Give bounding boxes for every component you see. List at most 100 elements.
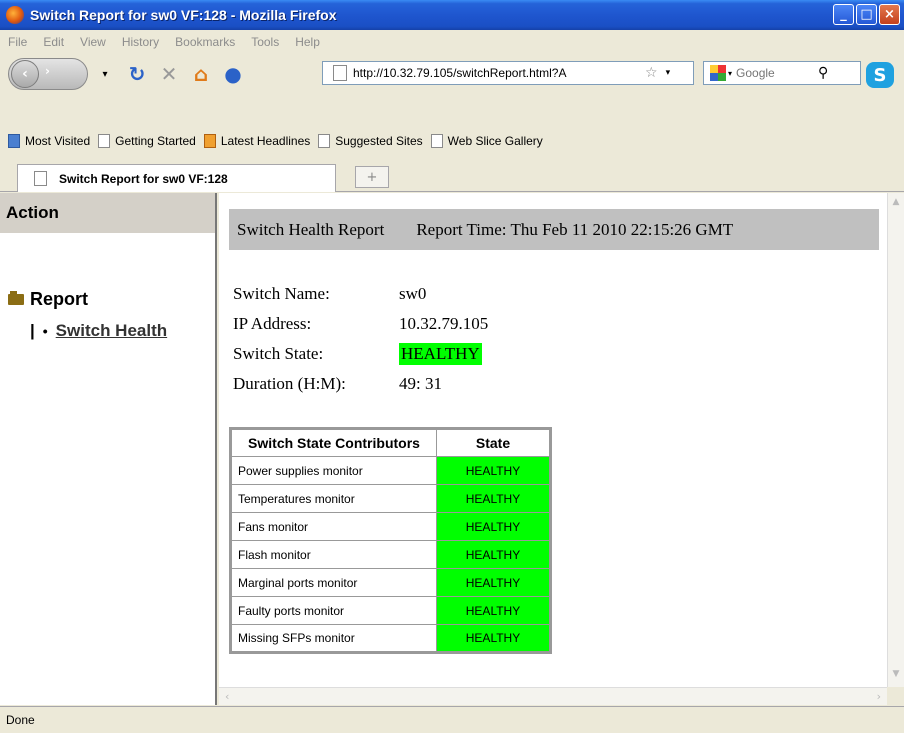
url-input[interactable] (353, 66, 643, 80)
report-tree-node[interactable]: Report (8, 289, 88, 310)
field-label: IP Address: (233, 314, 312, 333)
reload-icon[interactable]: ↻ (124, 61, 150, 87)
horizontal-scrollbar[interactable]: ‹ › (219, 687, 887, 705)
google-icon[interactable] (710, 65, 726, 81)
home-icon[interactable]: ⌂ (188, 61, 214, 87)
close-button[interactable]: × (879, 4, 900, 25)
menu-bar: File Edit View History Bookmarks Tools H… (0, 30, 904, 54)
contributor-name: Flash monitor (230, 540, 437, 569)
bookmark-label: Getting Started (115, 134, 196, 148)
url-bar[interactable]: ☆ ▾ (322, 61, 694, 85)
menu-view[interactable]: View (72, 35, 114, 49)
contributor-name: Power supplies monitor (230, 456, 437, 485)
search-input[interactable] (736, 66, 815, 80)
page-icon (34, 171, 47, 186)
table-row: Fans monitor HEALTHY (230, 512, 551, 541)
menu-tools[interactable]: Tools (243, 35, 287, 49)
page-icon (98, 134, 111, 148)
back-forward-group: ‹ › (8, 58, 88, 90)
table-row: Faulty ports monitor HEALTHY (230, 596, 551, 625)
info-row-switch-state: Switch State: HEALTHY (233, 339, 488, 369)
contributor-name: Marginal ports monitor (230, 568, 437, 597)
table-row: Temperatures monitor HEALTHY (230, 484, 551, 513)
field-label: Duration (H:M): (233, 374, 346, 393)
info-row-duration: Duration (H:M): 49: 31 (233, 369, 488, 399)
page-icon (318, 134, 331, 148)
folder-open-icon (8, 291, 24, 305)
menu-help[interactable]: Help (287, 35, 328, 49)
search-engine-dropdown-icon[interactable]: ▾ (728, 69, 732, 78)
action-header: Action (0, 193, 215, 233)
menu-history[interactable]: History (114, 35, 167, 49)
tab-bar: Switch Report for sw0 VF:128 + (0, 158, 904, 192)
scroll-left-icon[interactable]: ‹ (225, 690, 229, 703)
bookmark-most-visited[interactable]: Most Visited (8, 134, 90, 148)
switch-health-link[interactable]: Switch Health (56, 321, 167, 341)
addon-icon[interactable]: ● (220, 61, 246, 87)
navigation-toolbar: ‹ › ▾ ↻ ✕ ⌂ ● ☆ ▾ ▾ ⚲ S (0, 54, 904, 94)
maximize-button[interactable]: □ (856, 4, 877, 25)
tab-switch-report[interactable]: Switch Report for sw0 VF:128 (17, 164, 336, 192)
column-header: Switch State Contributors (230, 428, 437, 457)
stop-icon[interactable]: ✕ (156, 61, 182, 87)
menu-edit[interactable]: Edit (35, 35, 72, 49)
contributor-state: HEALTHY (436, 512, 551, 541)
report-frame: Switch Health Report Report Time: Thu Fe… (219, 193, 904, 705)
field-value: sw0 (399, 284, 427, 303)
bookmark-latest-headlines[interactable]: Latest Headlines (203, 134, 311, 148)
contributor-name: Missing SFPs monitor (230, 624, 437, 653)
menu-file[interactable]: File (0, 35, 35, 49)
switch-info: Switch Name: sw0 IP Address: 10.32.79.10… (233, 279, 488, 399)
forward-button[interactable]: › (45, 64, 50, 78)
contributor-state: HEALTHY (436, 456, 551, 485)
bookmark-label: Latest Headlines (220, 134, 311, 148)
page-icon (430, 134, 443, 148)
table-row: Power supplies monitor HEALTHY (230, 456, 551, 485)
contributor-state: HEALTHY (436, 540, 551, 569)
scroll-up-icon[interactable]: ▲ (890, 197, 902, 211)
action-frame: Action Report | • Switch Health (0, 193, 217, 705)
search-icon[interactable]: ⚲ (818, 65, 828, 81)
field-label: Switch State: (233, 344, 324, 363)
scroll-down-icon[interactable]: ▼ (890, 669, 902, 683)
back-button[interactable]: ‹ (11, 60, 39, 88)
window-titlebar[interactable]: Switch Report for sw0 VF:128 - Mozilla F… (0, 0, 904, 30)
bookmark-label: Web Slice Gallery (447, 134, 543, 148)
field-label: Switch Name: (233, 284, 330, 303)
menu-bookmarks[interactable]: Bookmarks (167, 35, 243, 49)
bookmark-label: Suggested Sites (335, 134, 423, 148)
scroll-right-icon[interactable]: › (877, 690, 881, 703)
table-header-row: Switch State Contributors State (230, 428, 551, 457)
bookmark-star-icon[interactable]: ☆ (645, 65, 658, 81)
search-box[interactable]: ▾ ⚲ (703, 61, 861, 85)
contributor-state: HEALTHY (436, 484, 551, 513)
column-header: State (436, 428, 551, 457)
new-tab-button[interactable]: + (355, 166, 389, 188)
url-dropdown-icon[interactable]: ▾ (666, 68, 671, 78)
bookmark-web-slice-gallery[interactable]: Web Slice Gallery (430, 134, 543, 148)
switch-state-badge: HEALTHY (399, 343, 482, 365)
minimize-button[interactable]: _ (833, 4, 854, 25)
window-title: Switch Report for sw0 VF:128 - Mozilla F… (30, 7, 337, 23)
contributors-table: Switch State Contributors State Power su… (229, 427, 552, 654)
bookmark-label: Most Visited (25, 134, 91, 148)
bookmark-getting-started[interactable]: Getting Started (98, 134, 196, 148)
contributor-state: HEALTHY (436, 568, 551, 597)
contributor-name: Faulty ports monitor (230, 596, 437, 625)
bookmarks-toolbar: Most Visited Getting Started Latest Head… (0, 126, 904, 156)
scrollbar-corner (887, 687, 904, 705)
status-text: Done (6, 713, 35, 727)
history-dropdown-icon[interactable]: ▾ (92, 61, 118, 87)
bookmark-suggested-sites[interactable]: Suggested Sites (318, 134, 423, 148)
contributor-state: HEALTHY (436, 596, 551, 625)
info-row-ip-address: IP Address: 10.32.79.105 (233, 309, 488, 339)
report-title: Switch Health Report (237, 219, 385, 239)
tree-separator: | (30, 321, 35, 340)
report-label: Report (30, 289, 88, 309)
info-row-switch-name: Switch Name: sw0 (233, 279, 488, 309)
skype-icon[interactable]: S (866, 62, 894, 88)
field-value: 49: 31 (399, 374, 442, 393)
status-bar: Done (0, 706, 904, 733)
vertical-scrollbar[interactable]: ▲ ▼ (887, 193, 904, 687)
table-row: Flash monitor HEALTHY (230, 540, 551, 569)
